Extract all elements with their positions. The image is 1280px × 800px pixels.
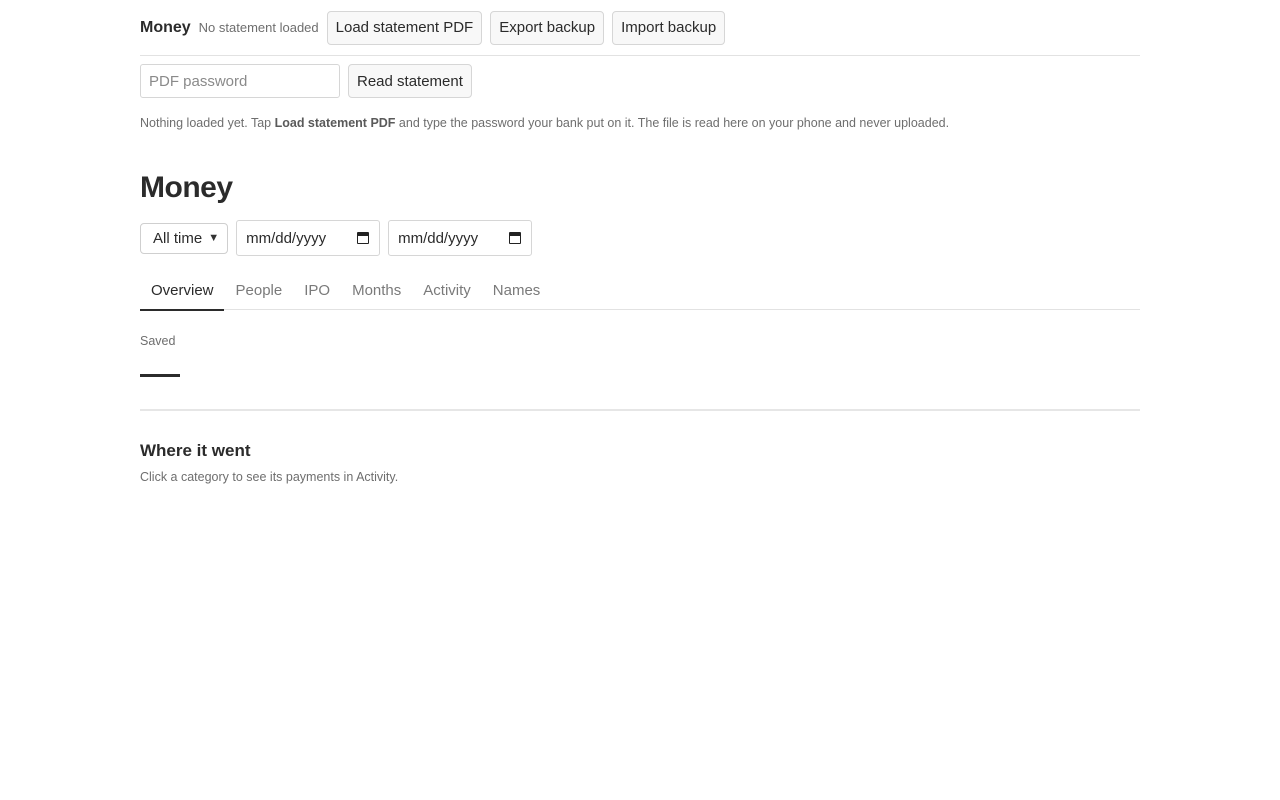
tab-overview[interactable]: Overview bbox=[140, 270, 224, 311]
hint-text-bold: Load statement PDF bbox=[274, 116, 396, 130]
statement-status: No statement loaded bbox=[198, 20, 319, 35]
hint-text-start: Nothing loaded yet. Tap bbox=[140, 116, 275, 130]
end-date-input[interactable]: mm/dd/yyyy bbox=[388, 220, 533, 256]
read-statement-button[interactable]: Read statement bbox=[348, 64, 472, 98]
tab-months[interactable]: Months bbox=[341, 270, 411, 310]
saved-value-placeholder bbox=[140, 374, 180, 377]
saved-label: Saved bbox=[140, 334, 176, 348]
where-it-went-heading: Where it went bbox=[140, 441, 251, 460]
tab-ipo[interactable]: IPO bbox=[293, 270, 340, 310]
section-divider bbox=[140, 409, 1140, 411]
range-select-value: All time bbox=[153, 229, 203, 247]
import-backup-button[interactable]: Import backup bbox=[612, 10, 726, 45]
load-statement-button[interactable]: Load statement PDF bbox=[326, 10, 483, 45]
export-backup-button[interactable]: Export backup bbox=[490, 10, 605, 45]
end-date-placeholder: mm/dd/yyyy bbox=[398, 229, 479, 247]
page-title: Money bbox=[140, 171, 233, 204]
tab-bar: Overview People IPO Months Activity Name… bbox=[140, 270, 1140, 311]
start-date-placeholder: mm/dd/yyyy bbox=[246, 229, 327, 247]
chevron-down-icon: ▼ bbox=[208, 232, 220, 244]
brand-title: Money bbox=[140, 18, 191, 36]
top-bar: Money No statement loaded Load statement… bbox=[140, 0, 1140, 56]
filter-row: All time ▼ mm/dd/yyyy mm/dd/yyyy bbox=[140, 220, 1140, 256]
pdf-password-input[interactable] bbox=[140, 64, 340, 98]
start-date-input[interactable]: mm/dd/yyyy bbox=[236, 220, 381, 256]
calendar-icon[interactable] bbox=[357, 232, 370, 244]
calendar-icon[interactable] bbox=[509, 232, 522, 244]
tab-activity[interactable]: Activity bbox=[412, 270, 481, 310]
range-select[interactable]: All time ▼ bbox=[140, 222, 229, 254]
load-hint: Nothing loaded yet. Tap Load statement P… bbox=[140, 115, 1140, 131]
tab-names[interactable]: Names bbox=[482, 270, 551, 310]
hint-text-end: and type the password your bank put on i… bbox=[395, 116, 950, 130]
app-container: Money No statement loaded Load statement… bbox=[140, 0, 1140, 484]
where-it-went-hint: Click a category to see its payments in … bbox=[140, 470, 399, 484]
tab-people[interactable]: People bbox=[225, 270, 293, 310]
password-row: Read statement bbox=[140, 64, 1140, 98]
